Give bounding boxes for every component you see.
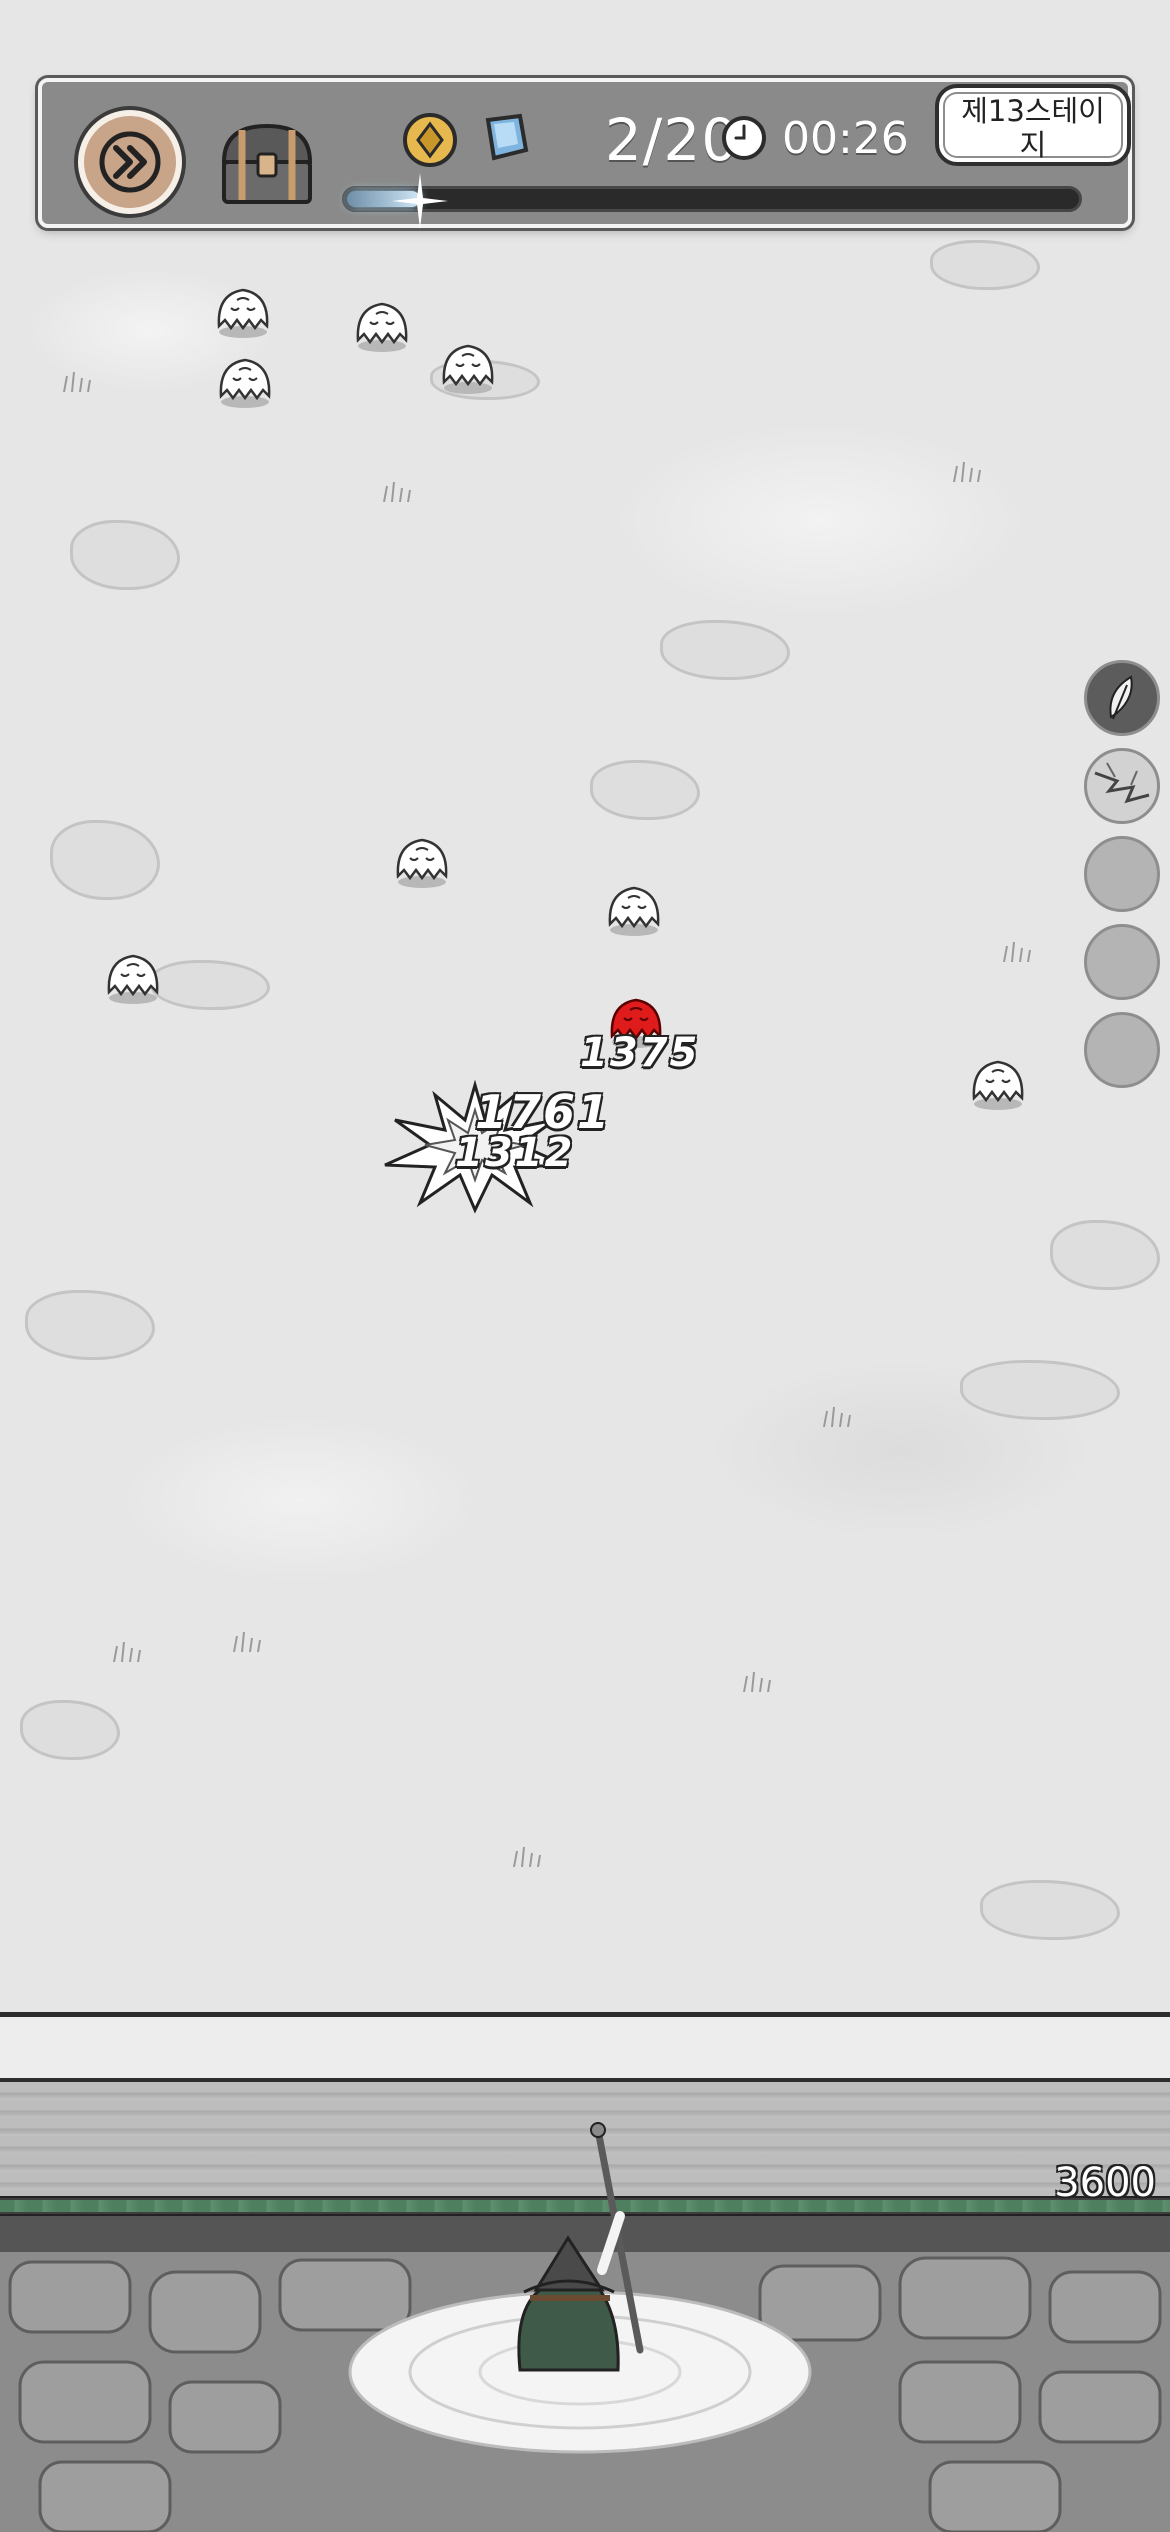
grass-tuft [950, 460, 984, 483]
grass-tuft [820, 1405, 854, 1428]
damage-number: 1312 [455, 1130, 575, 1176]
enemy-ghost [213, 280, 273, 340]
grass-tuft [1000, 940, 1034, 963]
rock [660, 620, 790, 680]
treasure-chest-icon [221, 123, 313, 204]
battlefield: 1375 1761 1312 [0, 0, 1170, 2020]
skill-slot-3[interactable] [1084, 836, 1160, 912]
rock [980, 1880, 1120, 1940]
grass-tuft [110, 1640, 144, 1663]
enemy-ghost [215, 350, 275, 410]
speed-button[interactable] [78, 110, 182, 214]
rock [150, 960, 270, 1010]
castle-wall-top [0, 2012, 1170, 2082]
rock [1050, 1220, 1160, 1290]
rock [930, 240, 1040, 290]
enemy-ghost [103, 946, 163, 1006]
damage-number: 1375 [580, 1030, 700, 1076]
grass-tuft [230, 1630, 264, 1653]
enemy-ghost [352, 294, 412, 354]
wave-progress-bar [342, 173, 1082, 229]
stage-timer: 00:26 [782, 113, 909, 164]
feather-skill-icon [1109, 675, 1133, 720]
grass-tuft [380, 480, 414, 503]
skill-slot-2[interactable] [1084, 748, 1160, 824]
skill-slot-5[interactable] [1084, 1012, 1160, 1088]
grass-tuft [60, 370, 94, 393]
gold-coin-icon [403, 113, 457, 167]
rock [25, 1290, 155, 1360]
chest-button[interactable] [212, 112, 322, 212]
grass-tuft [510, 1845, 544, 1868]
enemy-ghost [392, 830, 452, 890]
rock [50, 820, 160, 900]
clock-icon [722, 116, 766, 160]
top-hud: 2/20 00:26 제13스테이지 [38, 78, 1132, 229]
enemy-ghost [604, 878, 664, 938]
enemy-ghost [968, 1052, 1028, 1112]
wizard-player [517, 2122, 644, 2372]
rock [20, 1700, 120, 1760]
enemy-ghost [438, 336, 498, 396]
lightning-skill-icon [1094, 762, 1150, 804]
grass-tuft [740, 1670, 774, 1693]
rock [590, 760, 700, 820]
progress-spark-icon [392, 173, 448, 229]
stage-label: 제13스테이지 [935, 84, 1131, 166]
skill-slot-4[interactable] [1084, 924, 1160, 1000]
blue-gem-icon [485, 113, 529, 161]
rock [70, 520, 180, 590]
rock [960, 1360, 1120, 1420]
wall-hp-value: 3600 [1054, 2160, 1156, 2206]
fast-forward-icon [99, 131, 161, 193]
skill-slot-1[interactable] [1084, 660, 1160, 736]
